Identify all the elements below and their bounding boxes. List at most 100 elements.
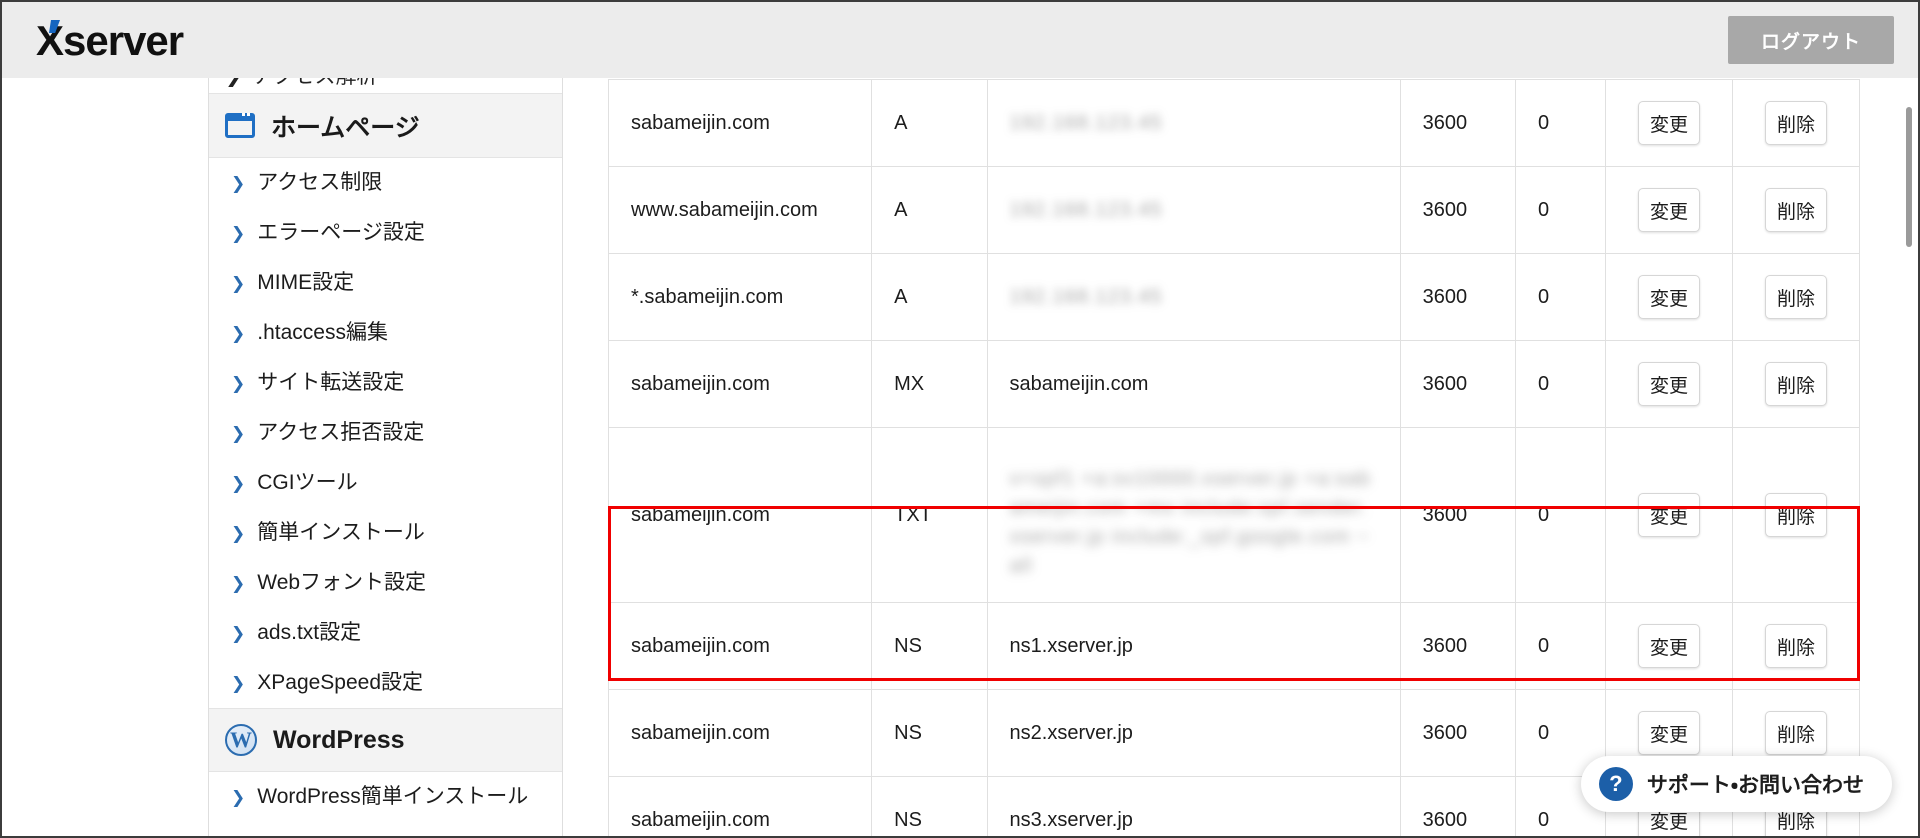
question-mark-icon: ? <box>1598 767 1633 801</box>
sidebar-item-label: WordPress簡単インストール <box>257 785 529 809</box>
edit-button[interactable]: 変更 <box>1638 362 1701 406</box>
sidebar-item-access-restriction[interactable]: ❯ アクセス制限 <box>209 158 562 208</box>
sidebar-item-xpagespeed[interactable]: ❯ XPageSpeed設定 <box>209 658 562 708</box>
edit-button[interactable]: 変更 <box>1638 188 1701 232</box>
sidebar-item-cgi-tool[interactable]: ❯ CGIツール <box>209 458 562 508</box>
cell-ttl: 3600 <box>1399 602 1517 690</box>
edit-button[interactable]: 変更 <box>1638 101 1701 145</box>
chevron-right-icon: ❯ <box>231 173 246 193</box>
chevron-right-icon: ❯ <box>231 323 246 343</box>
delete-button[interactable]: 削除 <box>1765 493 1827 537</box>
sidebar-section-homepage[interactable]: ホームページ <box>209 94 562 158</box>
edit-button[interactable]: 変更 <box>1638 711 1701 755</box>
cell-ttl: 3600 <box>1399 689 1517 777</box>
sidebar-item-easy-install[interactable]: ❯ 簡単インストール <box>209 508 562 558</box>
dns-records-panel: sabameijin.com A 192.168.123.45 3600 0 変… <box>564 78 1918 836</box>
sidebar-item-access-deny[interactable]: ❯ アクセス拒否設定 <box>209 408 562 458</box>
browser-window-icon <box>225 113 255 138</box>
cell-edit: 変更 <box>1605 166 1733 254</box>
delete-button[interactable]: 削除 <box>1765 711 1827 755</box>
sidebar-item-webfont[interactable]: ❯ Webフォント設定 <box>209 558 562 608</box>
cell-type: NS <box>871 776 988 836</box>
scrollbar-thumb[interactable] <box>1906 107 1912 247</box>
wordpress-icon: W <box>225 724 257 756</box>
redacted-value: v=spf1 +a:sv10000.xserver.jp +a:sabameij… <box>1009 468 1371 577</box>
sidebar-nav: ❯ アクセス解析 ホームページ ❯ アクセス制限 ❯ エラーページ設定 ❯ MI… <box>208 78 563 836</box>
sidebar-section-label: WordPress <box>273 725 405 754</box>
cell-content: ns3.xserver.jp <box>986 776 1401 836</box>
browser-viewport: Xserver ログアウト ❯ アクセス解析 ホームページ ❯ アクセス制限 ❯… <box>0 0 1920 838</box>
sidebar-item-label: アクセス制限 <box>257 171 383 195</box>
sidebar-section-wordpress[interactable]: W WordPress <box>209 708 562 772</box>
cell-type: A <box>871 253 988 341</box>
cell-host: sabameijin.com <box>607 689 873 777</box>
table-row: www.sabameijin.com A 192.168.123.45 3600… <box>607 166 1860 254</box>
delete-button[interactable]: 削除 <box>1765 101 1827 145</box>
cell-host: sabameijin.com <box>607 602 873 690</box>
cell-host: www.sabameijin.com <box>607 166 873 254</box>
cell-delete: 削除 <box>1732 340 1860 428</box>
cell-priority: 0 <box>1515 253 1607 341</box>
chevron-right-icon: ❯ <box>231 673 246 693</box>
page-scrollbar[interactable] <box>1902 78 1916 836</box>
logout-button[interactable]: ログアウト <box>1728 16 1894 64</box>
chevron-right-icon: ❯ <box>231 273 246 293</box>
cell-host: sabameijin.com <box>607 79 873 167</box>
cell-type: A <box>871 166 988 254</box>
cell-type: A <box>871 79 988 167</box>
chevron-right-icon: ❯ <box>231 473 246 493</box>
edit-button[interactable]: 変更 <box>1638 275 1701 319</box>
cell-type: MX <box>871 340 988 428</box>
cell-content: 192.168.123.45 <box>986 79 1401 167</box>
redacted-value: 192.168.123.45 <box>1009 111 1163 134</box>
cell-priority: 0 <box>1515 427 1607 603</box>
cell-content: ns2.xserver.jp <box>986 689 1401 777</box>
sidebar-item-error-page[interactable]: ❯ エラーページ設定 <box>209 208 562 258</box>
sidebar-item-label: Webフォント設定 <box>257 571 427 595</box>
cell-host: *.sabameijin.com <box>607 253 873 341</box>
table-row: sabameijin.com MX sabameijin.com 3600 0 … <box>607 340 1860 428</box>
cell-ttl: 3600 <box>1399 427 1517 603</box>
cell-delete: 削除 <box>1732 166 1860 254</box>
cell-priority: 0 <box>1515 79 1607 167</box>
cell-content: sabameijin.com <box>986 340 1401 428</box>
logo-wordmark: server <box>63 17 184 64</box>
cell-edit: 変更 <box>1605 340 1733 428</box>
sidebar-item-wordpress-easy-install[interactable]: ❯ WordPress簡単インストール <box>209 772 562 822</box>
sidebar-item-label: エラーページ設定 <box>257 221 425 245</box>
cell-priority: 0 <box>1515 602 1607 690</box>
sidebar-item-ads-txt[interactable]: ❯ ads.txt設定 <box>209 608 562 658</box>
redacted-value: 192.168.123.45 <box>1009 198 1163 221</box>
sidebar-item-access-analysis[interactable]: ❯ アクセス解析 <box>209 78 562 94</box>
edit-button[interactable]: 変更 <box>1638 624 1701 668</box>
cell-ttl: 3600 <box>1399 776 1517 836</box>
cell-ttl: 3600 <box>1399 340 1517 428</box>
cell-type: NS <box>871 602 988 690</box>
support-contact-button[interactable]: ? サポート・お問い合わせ <box>1580 756 1892 812</box>
chevron-right-icon: ❯ <box>231 573 246 593</box>
sidebar-item-label: XPageSpeed設定 <box>257 671 424 695</box>
logo-x-letter: X <box>36 17 64 64</box>
chevron-right-icon: ❯ <box>231 523 246 543</box>
sidebar-item-site-transfer[interactable]: ❯ サイト転送設定 <box>209 358 562 408</box>
sidebar-item-htaccess[interactable]: ❯ .htaccess編集 <box>209 308 562 358</box>
site-header: Xserver ログアウト <box>2 2 1918 78</box>
delete-button[interactable]: 削除 <box>1765 188 1827 232</box>
sidebar-item-label: アクセス拒否設定 <box>257 421 425 445</box>
edit-button[interactable]: 変更 <box>1638 493 1701 537</box>
cell-edit: 変更 <box>1605 427 1733 603</box>
table-row: sabameijin.com NS ns1.xserver.jp 3600 0 … <box>607 602 1860 690</box>
sidebar-item-label: 簡単インストール <box>257 521 425 545</box>
cell-content: ns1.xserver.jp <box>986 602 1401 690</box>
cell-type: NS <box>871 689 988 777</box>
sidebar-item-mime[interactable]: ❯ MIME設定 <box>209 258 562 308</box>
delete-button[interactable]: 削除 <box>1765 362 1827 406</box>
chevron-right-icon: ❯ <box>231 373 246 393</box>
delete-button[interactable]: 削除 <box>1765 624 1827 668</box>
cell-content: 192.168.123.45 <box>986 253 1401 341</box>
delete-button[interactable]: 削除 <box>1765 275 1827 319</box>
chevron-right-icon: ❯ <box>225 78 243 88</box>
table-row: sabameijin.com A 192.168.123.45 3600 0 変… <box>607 79 1860 167</box>
chevron-right-icon: ❯ <box>231 623 246 643</box>
cell-priority: 0 <box>1515 340 1607 428</box>
